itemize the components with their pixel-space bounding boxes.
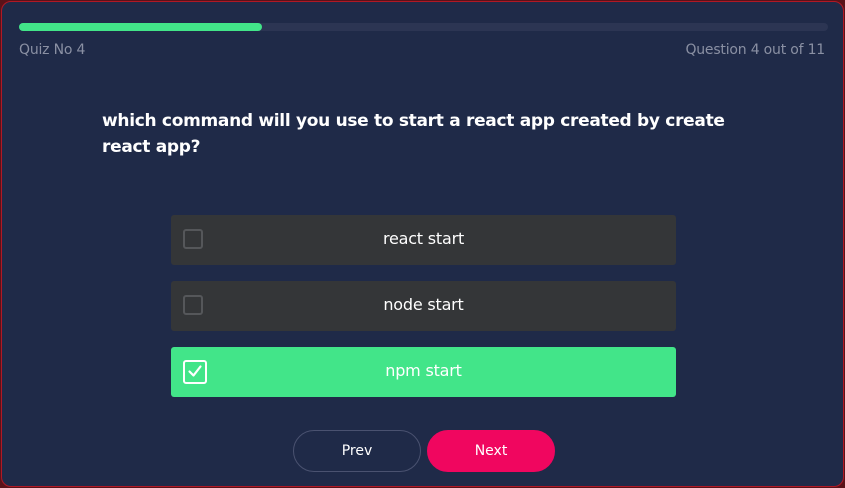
option-label: node start (383, 295, 464, 314)
option-react-start[interactable]: react start (171, 215, 676, 265)
progress-bar (19, 23, 828, 31)
next-button[interactable]: Next (427, 430, 555, 472)
option-npm-start[interactable]: npm start (171, 347, 676, 397)
option-label: npm start (385, 361, 462, 380)
quiz-card: Quiz No 4 Question 4 out of 11 which com… (1, 1, 844, 487)
option-node-start[interactable]: node start (171, 281, 676, 331)
option-label: react start (382, 229, 465, 248)
quiz-title: Quiz No 4 (19, 42, 86, 58)
progress-fill (19, 23, 262, 31)
question-text: which command will you use to start a re… (102, 111, 725, 157)
prev-button[interactable]: Prev (293, 430, 421, 472)
question-counter: Question 4 out of 11 (685, 42, 825, 58)
